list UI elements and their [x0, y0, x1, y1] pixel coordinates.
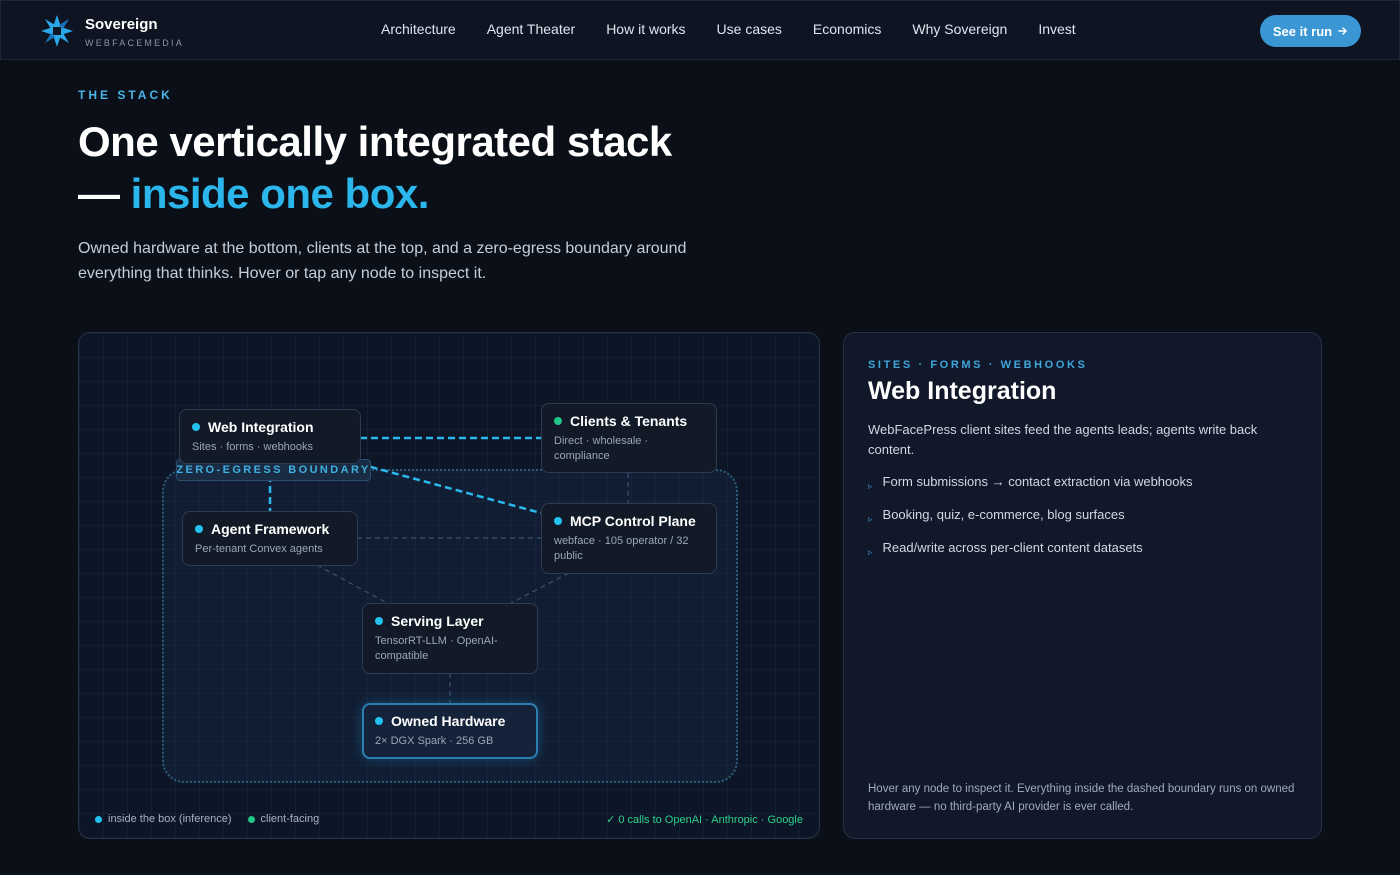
legend-inside-label: inside the box (inference)	[108, 813, 232, 825]
detail-list-item: ▹ Read/write across per-client content d…	[868, 539, 1298, 561]
detail-footnote: Hover any node to inspect it. Everything…	[868, 783, 1295, 813]
inside-dot	[195, 525, 203, 533]
bullet-triangle-icon: ▹	[868, 481, 873, 491]
bullet-triangle-icon: ▹	[868, 514, 873, 524]
node-web-integration-title: Web Integration	[192, 419, 348, 435]
nav-link-how-it-works[interactable]: How it works	[606, 21, 685, 37]
bullet-triangle-icon: ▹	[868, 547, 873, 557]
node-owned-hardware-title: Owned Hardware	[375, 713, 525, 729]
node-mcp-control-plane-title: MCP Control Plane	[554, 513, 704, 529]
legend-inside: inside the box (inference)	[95, 813, 232, 825]
node-web-integration-sub: Sites · forms · webhooks	[192, 441, 314, 453]
arrow-right-icon	[1338, 27, 1347, 35]
hero-lead: Owned hardware at the bottom, clients at…	[78, 240, 687, 282]
node-clients-tenants-sub: Direct · wholesale · compliance	[554, 435, 649, 462]
sovereign-logo-icon[interactable]	[39, 13, 75, 49]
page-title: One vertically integrated stack — inside…	[78, 116, 798, 220]
node-serving-layer-label: Serving Layer	[391, 613, 484, 629]
diagram-legend: inside the box (inference) client-facing	[95, 813, 335, 825]
node-serving-layer-sub: TensorRT-LLM · OpenAI-compatible	[375, 635, 498, 662]
inside-dot	[375, 717, 383, 725]
detail-title: Web Integration	[868, 377, 1057, 405]
legend-client-label: client-facing	[260, 813, 320, 825]
headline-accent: inside one box.	[130, 170, 430, 217]
node-mcp-control-plane-sub: webface · 105 operator / 32 public	[554, 535, 689, 562]
nav-link-use-cases[interactable]: Use cases	[717, 21, 782, 37]
node-clients-tenants[interactable]: Clients & Tenants Direct · wholesale · c…	[541, 403, 717, 473]
nav-link-architecture[interactable]: Architecture	[381, 21, 456, 37]
zero-calls-note: ✓ 0 calls to OpenAI · Anthropic · Google	[606, 814, 803, 826]
node-agent-framework-label: Agent Framework	[211, 521, 330, 537]
detail-list-item: ▹ Form submissions → contact extraction …	[868, 473, 1298, 495]
headline-dash: —	[78, 170, 131, 217]
headline-line-1: One vertically integrated stack	[78, 118, 672, 165]
detail-list-item-text: Read/write across per-client content dat…	[882, 540, 1143, 555]
nav-link-economics[interactable]: Economics	[813, 21, 881, 37]
stack-diagram: ZERO-EGRESS BOUNDARY Web Integration Sit…	[78, 332, 820, 839]
link-web-mcp	[359, 462, 542, 515]
client-dot	[247, 815, 255, 823]
section-eyebrow: THE STACK	[78, 88, 173, 102]
node-serving-layer-title: Serving Layer	[375, 613, 525, 629]
detail-eyebrow: SITES · FORMS · WEBHOOKS	[868, 359, 1088, 371]
see-it-run-label: See it run	[1272, 23, 1333, 39]
node-agent-framework-title: Agent Framework	[195, 521, 345, 537]
node-web-integration-label: Web Integration	[208, 419, 314, 435]
detail-list-item: ▹ Booking, quiz, e-commerce, blog surfac…	[868, 506, 1298, 528]
link-agent-serving	[316, 564, 388, 604]
detail-list-item-text: Form submissions → contact extraction vi…	[882, 474, 1193, 489]
inside-dot	[375, 617, 383, 625]
node-serving-layer[interactable]: Serving Layer TensorRT-LLM · OpenAI-comp…	[362, 603, 538, 674]
detail-list-item-text: Booking, quiz, e-commerce, blog surfaces	[882, 507, 1125, 522]
node-clients-tenants-label: Clients & Tenants	[570, 413, 688, 429]
inside-dot	[554, 517, 562, 525]
node-detail-panel: SITES · FORMS · WEBHOOKS Web Integration…	[843, 332, 1322, 839]
node-agent-framework-sub: Per-tenant Convex agents	[195, 543, 323, 555]
detail-description: WebFacePress client sites feed the agent…	[868, 422, 1258, 457]
node-owned-hardware-sub: 2× DGX Spark · 256 GB	[375, 735, 494, 747]
top-nav: Sovereign WEBFACEMEDIA Architecture Agen…	[0, 0, 1400, 60]
brand-subtitle: WEBFACEMEDIA	[85, 38, 184, 48]
detail-list: ▹ Form submissions → contact extraction …	[868, 473, 1298, 572]
node-web-integration[interactable]: Web Integration Sites · forms · webhooks	[179, 409, 361, 464]
node-agent-framework[interactable]: Agent Framework Per-tenant Convex agents	[182, 511, 358, 566]
node-clients-tenants-title: Clients & Tenants	[554, 413, 704, 429]
link-mcp-serving	[510, 572, 570, 604]
nav-link-why-sovereign[interactable]: Why Sovereign	[912, 21, 1007, 37]
see-it-run-button[interactable]: See it run	[1260, 15, 1361, 47]
nav-link-agent-theater[interactable]: Agent Theater	[487, 21, 575, 37]
nav-links: Architecture Agent Theater How it works …	[381, 21, 1107, 37]
node-mcp-control-plane-label: MCP Control Plane	[570, 513, 696, 529]
client-dot	[554, 417, 562, 425]
brand-name[interactable]: Sovereign	[85, 16, 158, 33]
legend-client: client-facing	[247, 813, 320, 825]
node-mcp-control-plane[interactable]: MCP Control Plane webface · 105 operator…	[541, 503, 717, 574]
inside-dot	[95, 815, 102, 823]
nav-link-invest[interactable]: Invest	[1038, 21, 1075, 37]
node-owned-hardware[interactable]: Owned Hardware 2× DGX Spark · 256 GB	[362, 703, 538, 759]
node-owned-hardware-label: Owned Hardware	[391, 713, 506, 729]
inside-dot	[192, 423, 200, 431]
